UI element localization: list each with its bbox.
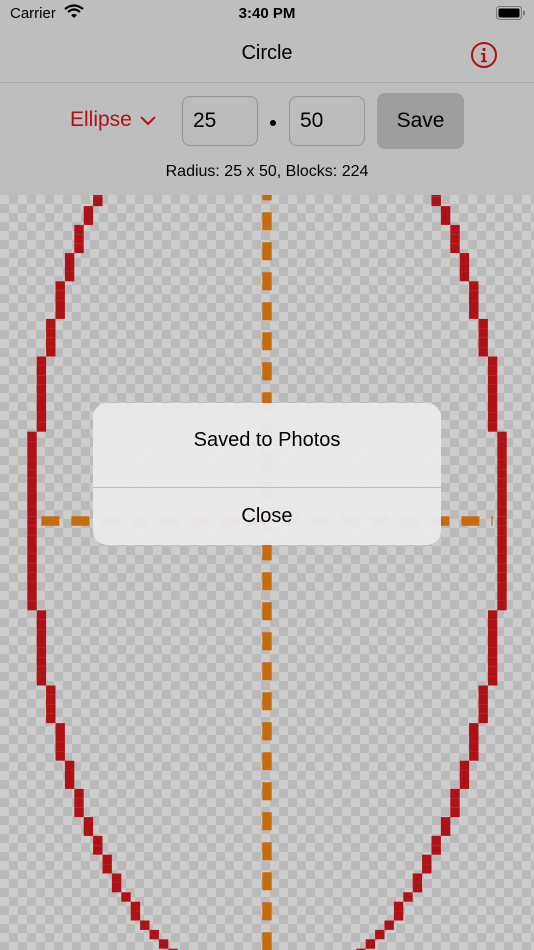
close-button[interactable]: Close bbox=[93, 488, 441, 545]
alert-message: Saved to Photos bbox=[193, 429, 341, 451]
alert-dialog: Saved to Photos Close bbox=[93, 403, 441, 545]
